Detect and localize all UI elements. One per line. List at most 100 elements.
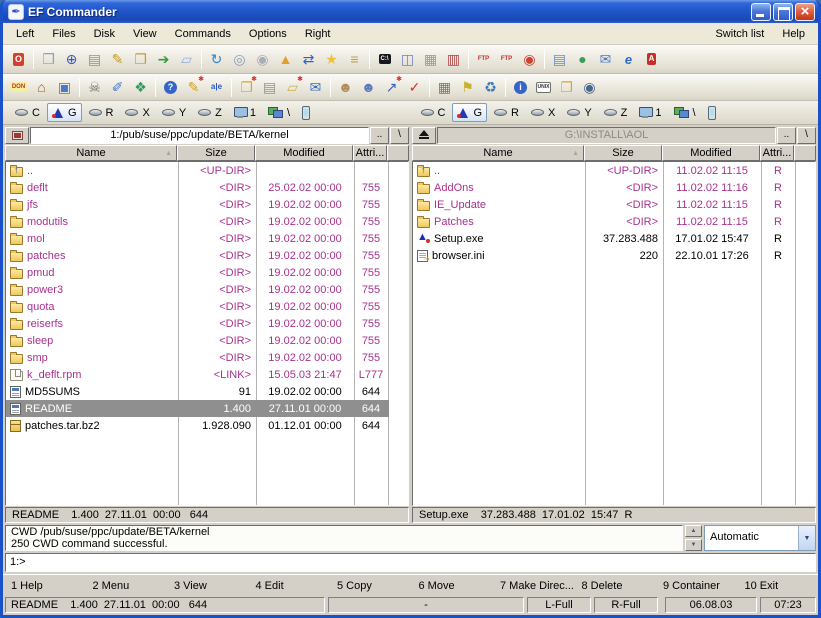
maximize-button[interactable]	[773, 3, 793, 21]
file-row-reiserfs[interactable]: reiserfs<DIR>19.02.02 00:00755	[6, 315, 389, 332]
up-dir-button-right[interactable]: ..	[777, 127, 796, 144]
user-card-icon[interactable]: ☻	[357, 76, 380, 98]
file-row-patches-tar-bz2[interactable]: patches.tar.bz21.928.09001.12.01 00:0064…	[6, 417, 389, 434]
menu-options[interactable]: Options	[240, 24, 296, 44]
dos-prompt-icon[interactable]: C:\	[373, 48, 396, 70]
close-button[interactable]	[795, 3, 815, 21]
menu-right[interactable]: Right	[296, 24, 340, 44]
log-scroll-down-button[interactable]	[685, 539, 702, 551]
delete-folder-icon[interactable]: ▱	[175, 48, 198, 70]
drive-button-left-1[interactable]: 1	[229, 103, 261, 122]
path-field-left[interactable]: 1:/pub/suse/ppc/update/BETA/kernel	[30, 127, 369, 144]
menu-disk[interactable]: Disk	[85, 24, 124, 44]
column-header-modified-left[interactable]: Modified	[255, 145, 353, 161]
multi-rename-icon[interactable]: a|e	[205, 76, 228, 98]
calculator-icon[interactable]: ▦	[419, 48, 442, 70]
path-field-right[interactable]: G:\INSTALL\AOL	[437, 127, 776, 144]
file-row-addons[interactable]: AddOns<DIR>11.02.02 11:16R	[413, 179, 796, 196]
compare-dirs-icon[interactable]: ▦	[433, 76, 456, 98]
web-folder-icon[interactable]: ❐	[555, 76, 578, 98]
copy-files-icon[interactable]: ❐	[129, 48, 152, 70]
file-row-sleep[interactable]: sleep<DIR>19.02.02 00:00755	[6, 332, 389, 349]
pack-pyramid-icon[interactable]: ▲	[274, 48, 297, 70]
select-check-icon[interactable]: ✓	[403, 76, 426, 98]
fkey-4-edit[interactable]: 4 Edit	[248, 580, 330, 592]
search-magnifier-icon[interactable]: ◎	[228, 48, 251, 70]
acrobat-reader-icon[interactable]: A	[640, 48, 663, 70]
chevron-down-icon[interactable]	[798, 526, 815, 550]
internet-globe-icon[interactable]: ●	[571, 48, 594, 70]
history-script-icon[interactable]: ≡	[343, 48, 366, 70]
titlebar[interactable]: EF Commander	[3, 0, 818, 23]
command-line-input[interactable]: 1:>	[5, 553, 816, 572]
drive-button-right-z[interactable]: Z	[599, 103, 633, 122]
synchronize-icon[interactable]: ⇄	[297, 48, 320, 70]
file-list-right[interactable]: ..<UP-DIR>11.02.02 11:15RAddOns<DIR>11.0…	[412, 161, 816, 506]
cd-disc-icon[interactable]: ◉	[251, 48, 274, 70]
user-schedule-icon[interactable]: ☻	[334, 76, 357, 98]
fkey-8-delete[interactable]: 8 Delete	[574, 580, 656, 592]
file-row-power3[interactable]: power3<DIR>19.02.02 00:00755	[6, 281, 389, 298]
file-row-ie-update[interactable]: IE_Update<DIR>11.02.02 11:15R	[413, 196, 796, 213]
column-header-name-left[interactable]: Name▲	[5, 145, 177, 161]
column-header-attri-left[interactable]: Attri...	[353, 145, 387, 161]
fkey-5-copy[interactable]: 5 Copy	[329, 580, 411, 592]
column-header-name-right[interactable]: Name▲	[412, 145, 584, 161]
internet-explorer-icon[interactable]: e	[617, 48, 640, 70]
move-files-icon[interactable]: ➔	[152, 48, 175, 70]
drive-button-left-pda[interactable]	[297, 103, 315, 122]
column-header-size-left[interactable]: Size	[177, 145, 255, 161]
file-row-browser-ini[interactable]: browser.ini22022.10.01 17:26R	[413, 247, 796, 264]
fkey-10-exit[interactable]: 10 Exit	[737, 580, 819, 592]
print-icon[interactable]: ▤	[258, 76, 281, 98]
up-dir-button-left[interactable]: ..	[370, 127, 389, 144]
column-header-attri-right[interactable]: Attri...	[760, 145, 794, 161]
fkey-2-menu[interactable]: 2 Menu	[85, 580, 167, 592]
refresh-file-icon[interactable]: ↻	[205, 48, 228, 70]
home-upload-icon[interactable]: ⌂	[30, 76, 53, 98]
file-row-item[interactable]: ..<UP-DIR>	[6, 162, 389, 179]
drive-button-left-root[interactable]: \	[263, 103, 295, 122]
drive-button-right-root[interactable]: \	[669, 103, 701, 122]
fkey-7-make-direc[interactable]: 7 Make Direc...	[492, 580, 574, 592]
drive-button-right-y[interactable]: Y	[562, 103, 596, 122]
wipe-skull-icon[interactable]: ☠	[83, 76, 106, 98]
menu-left[interactable]: Left	[7, 24, 43, 44]
file-row-md5sums[interactable]: MD5SUMS9119.02.02 00:00644	[6, 383, 389, 400]
edit-file-icon[interactable]: ✎	[106, 48, 129, 70]
drive-button-right-1[interactable]: 1	[634, 103, 666, 122]
drive-button-left-x[interactable]: X	[120, 103, 154, 122]
ftp-log[interactable]: CWD /pub/suse/ppc/update/BETA/kernel 250…	[5, 525, 683, 551]
file-row-deflt[interactable]: deflt<DIR>25.02.02 00:00755	[6, 179, 389, 196]
split-file-icon[interactable]: ◫	[396, 48, 419, 70]
file-row-pmud[interactable]: pmud<DIR>19.02.02 00:00755	[6, 264, 389, 281]
menu-view[interactable]: View	[124, 24, 166, 44]
new-folder-icon[interactable]: ❐✱	[235, 76, 258, 98]
favorites-star-icon[interactable]: ★	[320, 48, 343, 70]
drive-button-right-c[interactable]: C	[416, 103, 451, 122]
file-list-left[interactable]: ..<UP-DIR>deflt<DIR>25.02.02 00:00755jfs…	[5, 161, 409, 506]
drive-button-left-c[interactable]: C	[10, 103, 45, 122]
notes-file-icon[interactable]: ▤	[548, 48, 571, 70]
menu-help[interactable]: Help	[773, 24, 814, 44]
power-off-icon[interactable]: O	[7, 48, 30, 70]
fkey-3-view[interactable]: 3 View	[166, 580, 248, 592]
column-header-size-right[interactable]: Size	[584, 145, 662, 161]
quick-view-eye-icon[interactable]: ◉	[578, 76, 601, 98]
drive-button-left-g[interactable]: G	[47, 103, 82, 122]
file-row-item[interactable]: ..<UP-DIR>11.02.02 11:15R	[413, 162, 796, 179]
new-shortcut-icon[interactable]: ↗✱	[380, 76, 403, 98]
menu-files[interactable]: Files	[43, 24, 84, 44]
new-edit-icon[interactable]: ✎✱	[182, 76, 205, 98]
file-row-mol[interactable]: mol<DIR>19.02.02 00:00755	[6, 230, 389, 247]
drive-button-right-pda[interactable]	[703, 103, 721, 122]
help-icon[interactable]: ?	[159, 76, 182, 98]
drive-button-left-y[interactable]: Y	[157, 103, 191, 122]
file-row-smp[interactable]: smp<DIR>19.02.02 00:00755	[6, 349, 389, 366]
new-archive-icon[interactable]: ▱✱	[281, 76, 304, 98]
file-row-patches[interactable]: patches<DIR>19.02.02 00:00755	[6, 247, 389, 264]
root-dir-button-left[interactable]: \	[390, 127, 409, 144]
recycle-bin-icon[interactable]: ♻	[479, 76, 502, 98]
menu-commands[interactable]: Commands	[166, 24, 240, 44]
column-header-modified-right[interactable]: Modified	[662, 145, 760, 161]
